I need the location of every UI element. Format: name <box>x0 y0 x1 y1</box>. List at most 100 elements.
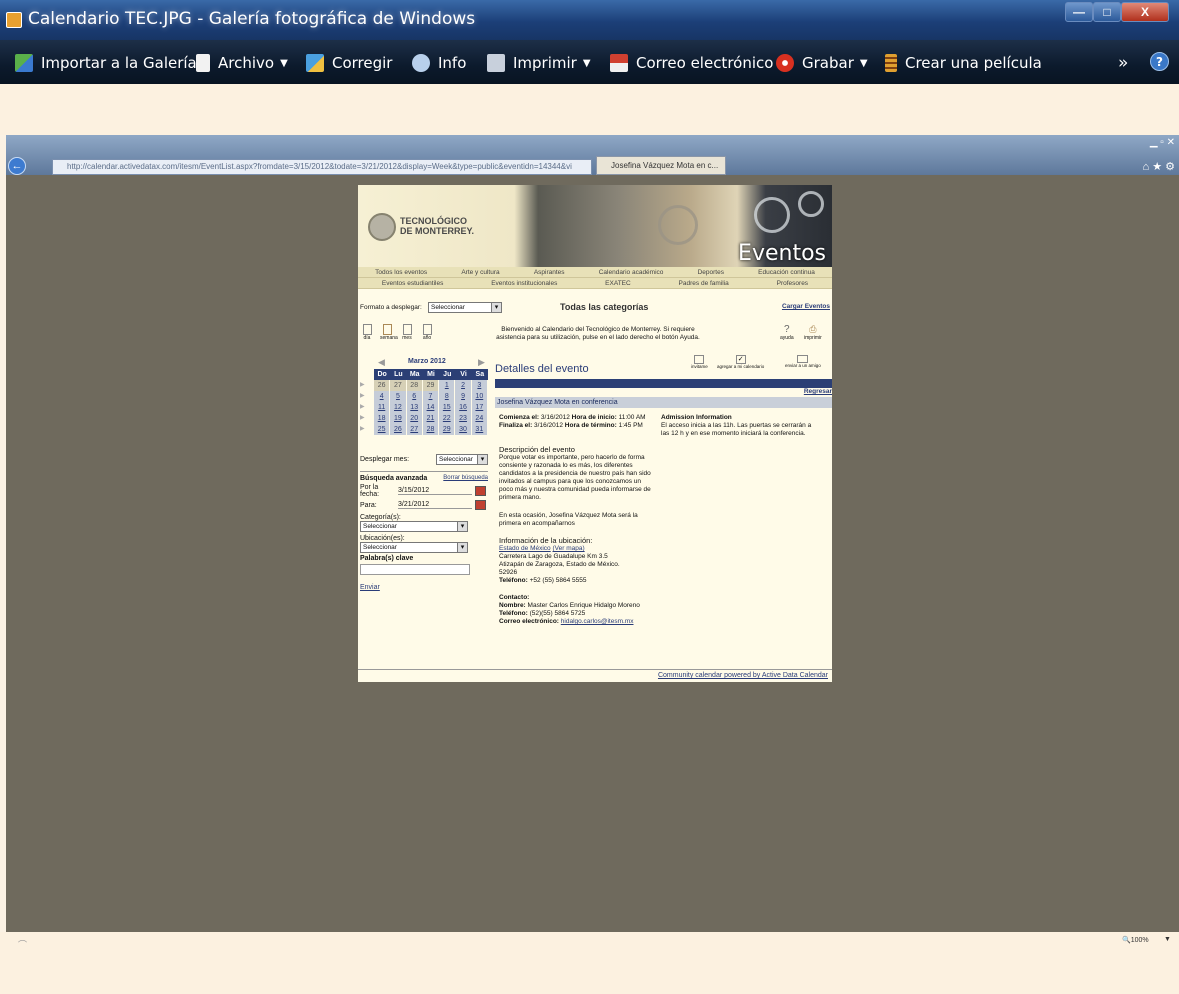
load-events-link[interactable]: Cargar Eventos <box>782 303 830 310</box>
calendar-day[interactable]: 26 <box>374 380 391 391</box>
calendar-day[interactable]: 12 <box>390 402 407 413</box>
nav-academic-calendar[interactable]: Calendario académico <box>599 269 664 276</box>
view-month[interactable]: mes <box>400 324 414 341</box>
nav-sports[interactable]: Deportes <box>698 269 724 276</box>
show-month-select[interactable]: Seleccionar <box>436 453 488 465</box>
zoom-level[interactable]: 🔍100% <box>1122 936 1149 944</box>
week-arrow-icon[interactable]: ▶ <box>360 413 365 424</box>
more-button[interactable]: » <box>1118 52 1128 74</box>
calendar-day[interactable]: 28 <box>406 380 423 391</box>
add-to-calendar-button[interactable]: ✓ agregar a mi calendario <box>717 355 764 369</box>
calendar-day[interactable]: 29 <box>422 380 440 391</box>
view-day[interactable]: día <box>360 324 374 341</box>
back-link[interactable]: Regresar <box>804 388 832 395</box>
calendar-day[interactable]: 30 <box>455 424 472 435</box>
nav-student-events[interactable]: Eventos estudiantiles <box>382 280 443 287</box>
print-button[interactable]: ⎙ imprimir <box>804 324 822 341</box>
help-button[interactable]: ? <box>1150 52 1169 71</box>
week-arrow-icon[interactable]: ▶ <box>360 380 365 391</box>
make-movie-button[interactable]: Crear una película <box>885 52 1042 74</box>
maximize-button[interactable]: □ <box>1093 2 1121 22</box>
help-button[interactable]: ? ayuda <box>780 324 794 341</box>
prev-month-icon[interactable]: ◀ <box>378 357 385 368</box>
description-text-2: En esta ocasión, Josefina Vázquez Mota s… <box>499 512 638 527</box>
calendar-picker-icon[interactable] <box>475 500 486 510</box>
calendar-day[interactable]: 22 <box>439 413 456 424</box>
calendar-day[interactable]: 15 <box>439 402 456 413</box>
calendar-day[interactable]: 13 <box>406 402 423 413</box>
info-button[interactable]: Info <box>412 52 466 74</box>
calendar-day[interactable]: 18 <box>374 413 391 424</box>
calendar-day[interactable]: 5 <box>390 391 407 402</box>
nav-parents[interactable]: Padres de familia <box>679 280 729 287</box>
send-link[interactable]: Enviar <box>360 584 488 591</box>
calendar-day[interactable]: 27 <box>406 424 423 435</box>
calendar-day[interactable]: 6 <box>406 391 423 402</box>
to-date-field[interactable]: 3/21/2012 <box>398 501 472 509</box>
week-arrow-icon[interactable]: ▶ <box>360 391 365 402</box>
welcome-text: Bienvenido al Calendario del Tecnológico… <box>496 326 700 341</box>
calendar-day[interactable]: 2 <box>455 380 472 391</box>
category-select[interactable]: Seleccionar <box>360 521 468 532</box>
week-arrow-icon[interactable]: ▶ <box>360 424 365 435</box>
to-label: Para: <box>360 501 377 509</box>
from-date-field[interactable]: 3/15/2012 <box>398 487 472 495</box>
calendar-day[interactable]: 1 <box>439 380 456 391</box>
burn-menu[interactable]: Grabar ▼ <box>776 52 868 74</box>
calendar-day[interactable]: 21 <box>422 413 440 424</box>
location-select[interactable]: Seleccionar <box>360 542 468 553</box>
nav-continuing-ed[interactable]: Educación continua <box>758 269 815 276</box>
calendar-day[interactable]: 31 <box>471 424 488 435</box>
welcome-row: día semana mes año Bienvenido al Calenda… <box>358 324 832 348</box>
email-button[interactable]: Correo electrónico <box>610 52 773 74</box>
week-arrow-icon[interactable]: ▶ <box>360 402 365 413</box>
calendar-day[interactable]: 25 <box>374 424 391 435</box>
calendar-day[interactable]: 3 <box>471 380 488 391</box>
calendar-day[interactable]: 19 <box>390 413 407 424</box>
location-link[interactable]: Estado de México <box>499 545 551 552</box>
calendar-day[interactable]: 27 <box>390 380 407 391</box>
nav-professors[interactable]: Profesores <box>777 280 808 287</box>
calendar-day[interactable]: 29 <box>439 424 456 435</box>
calendar-day[interactable]: 7 <box>422 391 440 402</box>
calendar-day[interactable]: 28 <box>422 424 440 435</box>
keyword-input[interactable] <box>360 564 470 575</box>
calendar-day[interactable]: 4 <box>374 391 391 402</box>
file-menu[interactable]: Archivo ▼ <box>196 52 288 74</box>
view-week[interactable]: semana <box>380 324 398 341</box>
nav-all-events[interactable]: Todos los eventos <box>375 269 427 276</box>
nav-institutional-events[interactable]: Eventos institucionales <box>491 280 557 287</box>
end-row: Finaliza el: 3/16/2012 Hora de término: … <box>499 422 643 429</box>
calendar-day[interactable]: 23 <box>455 413 472 424</box>
powered-by-link[interactable]: Community calendar powered by Active Dat… <box>658 672 828 679</box>
invite-me-button[interactable]: invitame <box>691 355 708 369</box>
calendar-day[interactable]: 9 <box>455 391 472 402</box>
nav-exatec[interactable]: EXATEC <box>605 280 631 287</box>
weekday-header: Do Lu Ma Mi Ju Vi Sa <box>374 369 488 380</box>
clear-search-link[interactable]: Borrar búsqueda <box>443 475 488 485</box>
calendar-day[interactable]: 10 <box>471 391 488 402</box>
nav-applicants[interactable]: Aspirantes <box>534 269 565 276</box>
send-to-friend-button[interactable]: enviar a un amigo <box>785 355 821 368</box>
print-menu[interactable]: Imprimir ▼ <box>487 52 591 74</box>
calendar-day[interactable]: 14 <box>422 402 440 413</box>
calendar-day[interactable]: 26 <box>390 424 407 435</box>
calendar-picker-icon[interactable] <box>475 486 486 496</box>
calendar-day[interactable]: 17 <box>471 402 488 413</box>
close-button[interactable]: X <box>1121 2 1169 22</box>
minimize-button[interactable]: — <box>1065 2 1093 22</box>
calendar-day[interactable]: 16 <box>455 402 472 413</box>
fix-button[interactable]: Corregir <box>306 52 392 74</box>
format-select[interactable]: Seleccionar <box>428 302 502 313</box>
import-button[interactable]: Importar a la Galería <box>15 52 197 74</box>
calendar-day[interactable]: 24 <box>471 413 488 424</box>
calendar-day[interactable]: 8 <box>439 391 456 402</box>
view-year[interactable]: año <box>420 324 434 341</box>
nav-arts[interactable]: Arte y cultura <box>461 269 499 276</box>
calendar-day[interactable]: 20 <box>406 413 423 424</box>
email-link[interactable]: hidalgo.carlos@itesm.mx <box>561 618 634 625</box>
zoom-dropdown-icon[interactable]: ▼ <box>1164 936 1171 943</box>
see-map-link[interactable]: (Ver mapa) <box>552 545 584 552</box>
calendar-day[interactable]: 11 <box>374 402 391 413</box>
next-month-icon[interactable]: ▶ <box>478 357 485 368</box>
